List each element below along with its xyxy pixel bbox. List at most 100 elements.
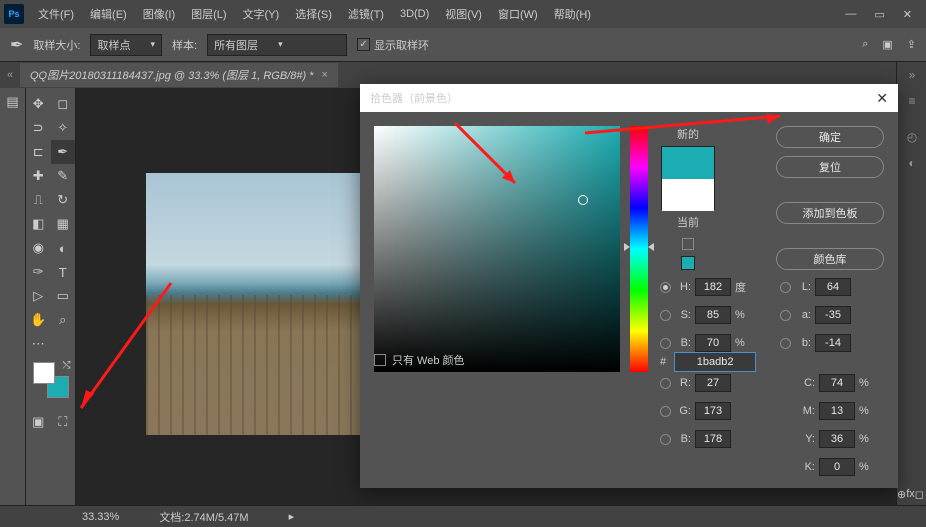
r-input[interactable]: 27 bbox=[695, 374, 731, 392]
c-input[interactable]: 74 bbox=[819, 374, 855, 392]
doc-size[interactable]: 文档:2.74M/5.47M bbox=[159, 509, 248, 525]
ok-button[interactable]: 确定 bbox=[776, 126, 884, 148]
y-input[interactable]: 36 bbox=[819, 430, 855, 448]
websafe-swatch[interactable] bbox=[681, 256, 695, 270]
bv-input[interactable]: 70 bbox=[695, 334, 731, 352]
fx-icon[interactable]: fx bbox=[906, 488, 915, 501]
pen-tool[interactable]: ✑ bbox=[26, 260, 51, 284]
layer-panel-footer: ⊕ fx ◻ ◑ ▣ ⊞ 🗑 bbox=[897, 488, 926, 501]
eyedropper-tool[interactable]: ✒ bbox=[51, 140, 76, 164]
collapse-panels-icon[interactable]: « bbox=[0, 69, 20, 81]
more-tools[interactable]: ⋯ bbox=[26, 332, 51, 356]
share-icon[interactable]: ⇪ bbox=[907, 38, 916, 51]
history-panel-icon[interactable]: ◴ bbox=[897, 124, 926, 150]
s-radio[interactable] bbox=[660, 310, 671, 321]
g-input[interactable]: 173 bbox=[695, 402, 731, 420]
panel-icon[interactable]: ▤ bbox=[5, 94, 21, 110]
menu-type[interactable]: 文字(Y) bbox=[235, 6, 288, 22]
search-icon[interactable]: ⌕ bbox=[862, 38, 868, 51]
k-input[interactable]: 0 bbox=[819, 458, 855, 476]
panel-menu-icon[interactable]: ≡ bbox=[897, 88, 926, 114]
path-select-tool[interactable]: ▷ bbox=[26, 284, 51, 308]
g-radio[interactable] bbox=[660, 406, 671, 417]
foreground-color[interactable] bbox=[33, 362, 55, 384]
zoom-level[interactable]: 33.33% bbox=[82, 511, 119, 523]
marquee-tool[interactable]: ◻ bbox=[51, 92, 76, 116]
lasso-tool[interactable]: ⊃ bbox=[26, 116, 51, 140]
menu-filter[interactable]: 滤镜(T) bbox=[340, 6, 392, 22]
link-icon[interactable]: ⊕ bbox=[897, 488, 906, 501]
bb-input[interactable]: 178 bbox=[695, 430, 731, 448]
show-sample-ring-checkbox[interactable]: ✓显示取样环 bbox=[357, 37, 429, 53]
l-input[interactable]: 64 bbox=[815, 278, 851, 296]
menu-view[interactable]: 视图(V) bbox=[437, 6, 490, 22]
h-radio[interactable] bbox=[660, 282, 671, 293]
screenmode-tool[interactable]: ⛶ bbox=[51, 410, 76, 434]
dialog-titlebar[interactable]: 拾色器（前景色） ✕ bbox=[360, 84, 898, 112]
add-swatch-button[interactable]: 添加到色板 bbox=[776, 202, 884, 224]
move-tool[interactable]: ✥ bbox=[26, 92, 51, 116]
history-brush-tool[interactable]: ↻ bbox=[51, 188, 76, 212]
color-libraries-button[interactable]: 颜色库 bbox=[776, 248, 884, 270]
menu-image[interactable]: 图像(I) bbox=[135, 6, 183, 22]
hand-tool[interactable]: ✋ bbox=[26, 308, 51, 332]
hue-slider-thumb[interactable] bbox=[624, 243, 654, 251]
r-radio[interactable] bbox=[660, 378, 671, 389]
web-only-checkbox[interactable]: 只有 Web 颜色 bbox=[374, 352, 465, 368]
stamp-tool[interactable]: ⎍ bbox=[26, 188, 51, 212]
swap-colors-icon[interactable]: ⤭ bbox=[63, 360, 71, 371]
l-radio[interactable] bbox=[780, 282, 791, 293]
close-icon[interactable]: ✕ bbox=[876, 90, 888, 107]
reset-button[interactable]: 复位 bbox=[776, 156, 884, 178]
hex-input[interactable]: 1badb2 bbox=[674, 352, 756, 372]
menu-file[interactable]: 文件(F) bbox=[30, 6, 82, 22]
bb-radio[interactable] bbox=[660, 434, 671, 445]
status-chevron-icon[interactable]: ▸ bbox=[289, 510, 295, 523]
maximize-icon[interactable]: ▭ bbox=[874, 8, 884, 21]
menu-window[interactable]: 窗口(W) bbox=[490, 6, 546, 22]
eyedropper-icon[interactable]: ✒ bbox=[10, 35, 23, 55]
a-radio[interactable] bbox=[780, 310, 791, 321]
healing-tool[interactable]: ✚ bbox=[26, 164, 51, 188]
menu-layer[interactable]: 图层(L) bbox=[183, 6, 234, 22]
crop-tool[interactable]: ⊏ bbox=[26, 140, 51, 164]
s-input[interactable]: 85 bbox=[695, 306, 731, 324]
quickmask-tool[interactable]: ▣ bbox=[26, 410, 51, 434]
color-swatches[interactable]: ⤭ bbox=[33, 362, 69, 398]
hue-slider[interactable] bbox=[630, 126, 648, 372]
close-tab-icon[interactable]: × bbox=[321, 69, 327, 81]
menu-edit[interactable]: 编辑(E) bbox=[82, 6, 135, 22]
sv-cursor[interactable] bbox=[578, 195, 588, 205]
toolbox: ✥◻ ⊃✧ ⊏✒ ✚✎ ⎍↻ ◧▦ ◉◐ ✑T ▷▭ ✋⌕ ⋯ ⤭ ▣⛶ bbox=[26, 88, 76, 527]
zoom-tool[interactable]: ⌕ bbox=[51, 308, 76, 332]
menu-help[interactable]: 帮助(H) bbox=[546, 6, 599, 22]
m-input[interactable]: 13 bbox=[819, 402, 855, 420]
eraser-tool[interactable]: ◧ bbox=[26, 212, 51, 236]
mask-icon[interactable]: ◻ bbox=[915, 488, 924, 501]
dodge-tool[interactable]: ◐ bbox=[51, 236, 76, 260]
close-window-icon[interactable]: ✕ bbox=[903, 8, 912, 21]
saturation-value-field[interactable] bbox=[374, 126, 620, 372]
type-tool[interactable]: T bbox=[51, 260, 76, 284]
gamut-warning-icon[interactable] bbox=[682, 238, 694, 250]
sample-size-select[interactable]: 取样点▾ bbox=[90, 34, 162, 56]
shape-tool[interactable]: ▭ bbox=[51, 284, 76, 308]
adjustments-panel-icon[interactable]: ◐ bbox=[897, 150, 926, 176]
document-tab[interactable]: QQ图片20180311184437.jpg @ 33.3% (图层 1, RG… bbox=[20, 63, 338, 87]
workspace-icon[interactable]: ▣ bbox=[882, 38, 892, 51]
a-input[interactable]: -35 bbox=[815, 306, 851, 324]
menu-select[interactable]: 选择(S) bbox=[287, 6, 340, 22]
h-input[interactable]: 182 bbox=[695, 278, 731, 296]
brush-tool[interactable]: ✎ bbox=[51, 164, 76, 188]
collapse-right-icon[interactable]: » bbox=[897, 62, 926, 88]
sample-layers-select[interactable]: 所有图层▾ bbox=[207, 34, 347, 56]
menu-3d[interactable]: 3D(D) bbox=[392, 8, 437, 20]
b-lab-input[interactable]: -14 bbox=[815, 334, 851, 352]
magic-wand-tool[interactable]: ✧ bbox=[51, 116, 76, 140]
minimize-icon[interactable]: ― bbox=[845, 8, 856, 21]
a-label: a: bbox=[795, 309, 811, 321]
b-lab-radio[interactable] bbox=[780, 338, 791, 349]
gradient-tool[interactable]: ▦ bbox=[51, 212, 76, 236]
blur-tool[interactable]: ◉ bbox=[26, 236, 51, 260]
bv-radio[interactable] bbox=[660, 338, 671, 349]
